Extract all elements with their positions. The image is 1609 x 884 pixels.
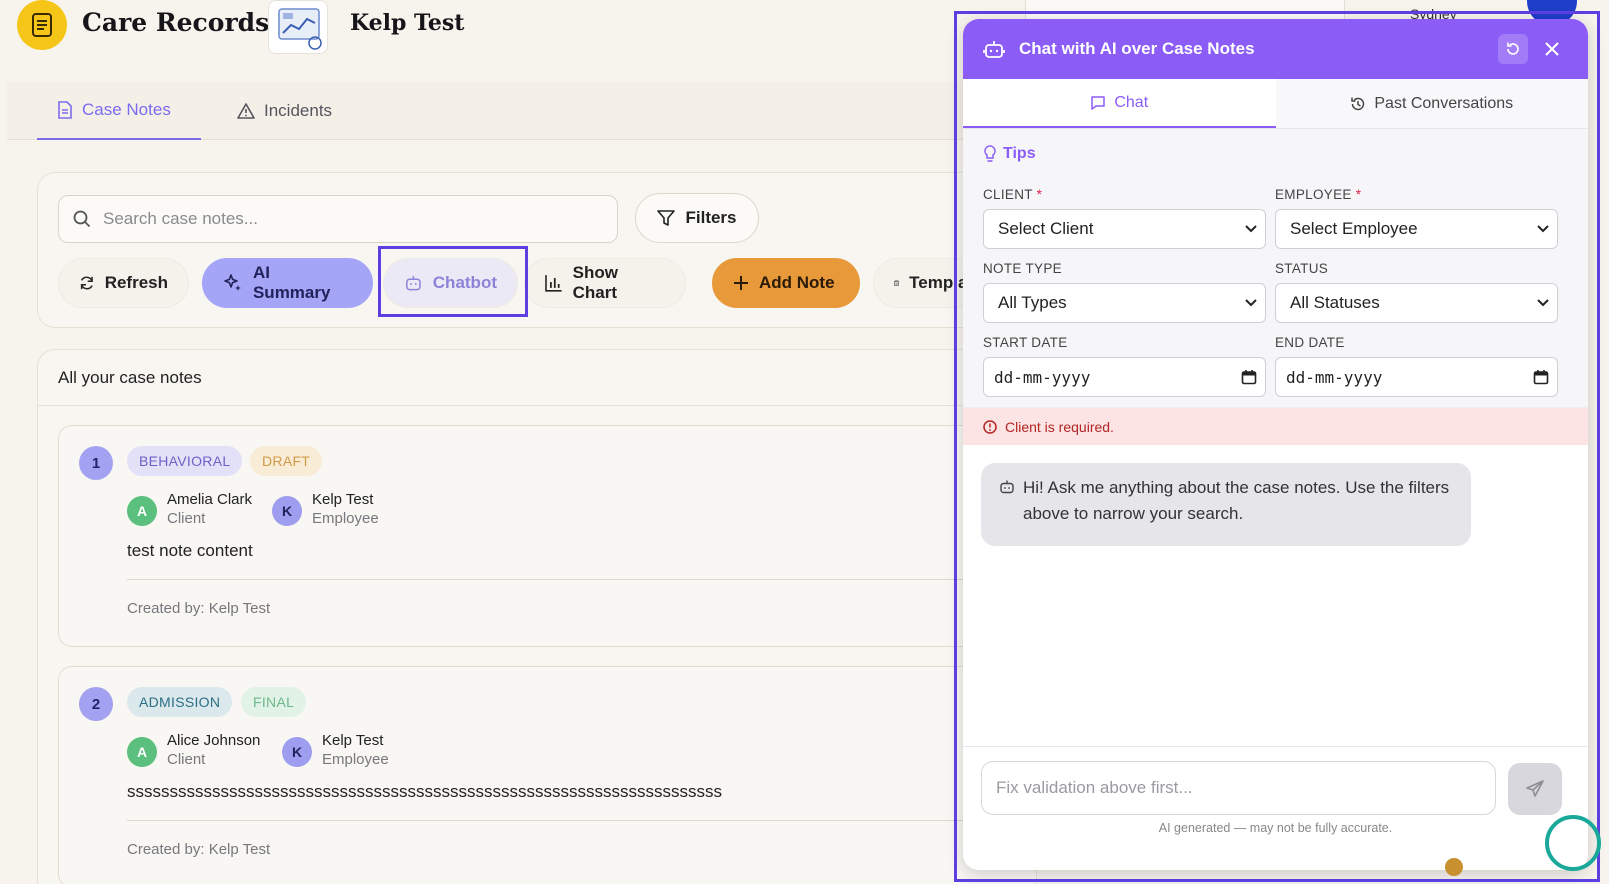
search-input[interactable] <box>103 209 583 229</box>
avatar: K <box>282 737 312 767</box>
user-thumbnail[interactable] <box>268 0 328 54</box>
status-badge: FINAL <box>241 687 307 717</box>
dashboard-image-icon <box>278 8 322 50</box>
client-role: Client <box>167 751 206 768</box>
toolbar-card: Filters Refresh AI Summary Chatbot <box>37 172 1037 328</box>
tab-incidents[interactable]: Incidents <box>227 82 332 140</box>
case-notes-list: All your case notes 1 BEHAVIORAL DRAFT A… <box>37 349 1037 884</box>
notes-heading: All your case notes <box>38 350 1036 406</box>
created-by: Created by: Kelp Test <box>127 841 271 858</box>
tab-label: Incidents <box>264 101 333 120</box>
search-icon <box>73 210 91 228</box>
note-type-badge: BEHAVIORAL <box>127 446 243 476</box>
app-title: Care Records <box>82 8 270 37</box>
filter-icon <box>657 210 676 226</box>
avatar: A <box>127 737 157 767</box>
employee-name: Kelp Test <box>322 732 384 749</box>
refresh-icon <box>80 276 93 290</box>
divider <box>127 820 1027 821</box>
list-item[interactable]: 1 BEHAVIORAL DRAFT A Amelia Clark Client… <box>58 425 1036 647</box>
app-logo <box>17 0 67 50</box>
created-by: Created by: Kelp Test <box>127 600 271 617</box>
filters-label: Filters <box>685 208 737 227</box>
employee-role: Employee <box>312 510 379 527</box>
client-info: A Alice Johnson Client <box>127 731 260 769</box>
note-content: test note content <box>127 541 253 560</box>
employee-info: K Kelp Test Employee <box>282 731 389 769</box>
avatar: A <box>127 496 157 526</box>
note-content: ssssssssssssssssssssssssssssssssssssssss… <box>127 782 722 801</box>
client-name: Amelia Clark <box>167 491 253 508</box>
divider <box>127 579 1027 580</box>
add-note-button[interactable]: Add Note <box>712 258 860 308</box>
user-name: Kelp Test <box>350 10 465 36</box>
floating-help-button[interactable] <box>1545 815 1601 871</box>
bar-chart-icon <box>545 275 562 292</box>
section-tabs: Case Notes Incidents <box>7 82 1007 140</box>
filters-button[interactable]: Filters <box>635 193 759 243</box>
chat-highlight-outline <box>954 11 1600 882</box>
list-item[interactable]: 2 ADMISSION FINAL A Alice Johnson Client… <box>58 666 1036 884</box>
avatar: K <box>272 496 302 526</box>
note-number: 1 <box>79 446 113 480</box>
status-badge: DRAFT <box>250 446 323 476</box>
floating-indicator <box>1445 858 1463 876</box>
search-box[interactable] <box>58 195 618 243</box>
notes-icon <box>32 13 52 37</box>
client-name: Alice Johnson <box>167 732 261 749</box>
ai-summary-button[interactable]: AI Summary <box>202 258 373 308</box>
plus-icon <box>734 276 748 290</box>
employee-role: Employee <box>322 751 389 768</box>
client-info: A Amelia Clark Client <box>127 490 252 528</box>
document-icon <box>58 101 72 119</box>
clipboard-icon <box>894 280 899 286</box>
chatbot-highlight-outline <box>378 246 528 317</box>
show-chart-button[interactable]: Show Chart <box>524 258 686 308</box>
tab-label: Case Notes <box>82 100 171 119</box>
refresh-label: Refresh <box>104 273 168 292</box>
ai-summary-label: AI Summary <box>252 263 331 302</box>
employee-name: Kelp Test <box>312 491 374 508</box>
note-type-badge: ADMISSION <box>127 687 233 717</box>
refresh-button[interactable]: Refresh <box>58 258 189 308</box>
warning-icon <box>237 103 255 119</box>
employee-info: K Kelp Test Employee <box>272 490 379 528</box>
tab-case-notes[interactable]: Case Notes <box>37 82 201 140</box>
sparkles-icon <box>224 274 241 291</box>
note-number: 2 <box>79 687 113 721</box>
client-role: Client <box>167 510 206 527</box>
show-chart-label: Show Chart <box>572 263 618 302</box>
add-note-label: Add Note <box>759 273 835 292</box>
